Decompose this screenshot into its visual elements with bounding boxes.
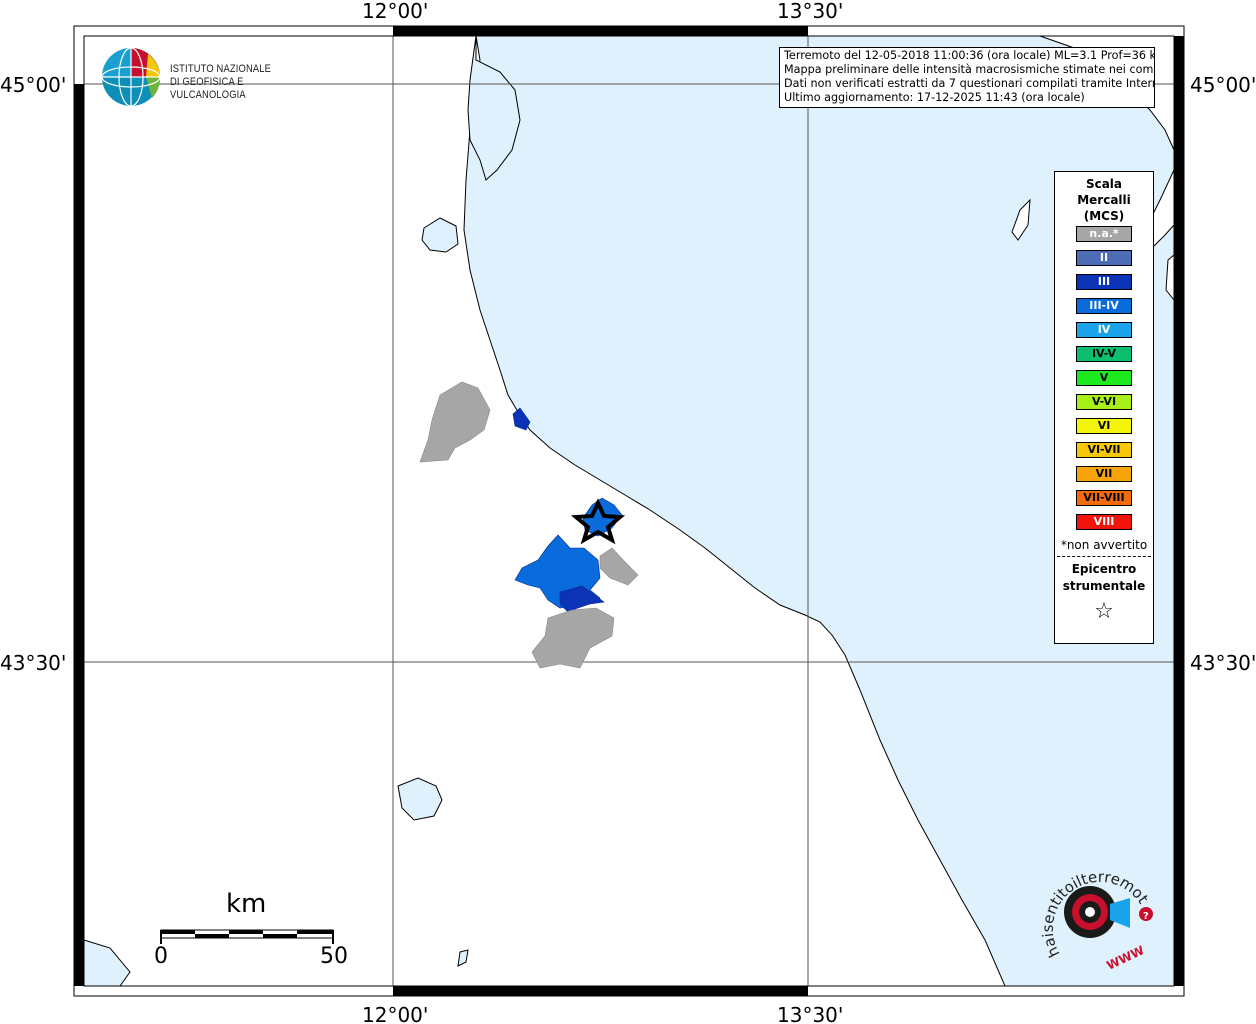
scalebar-title: km: [226, 889, 267, 919]
ingv-line1: ISTITUTO NAZIONALE: [170, 63, 272, 75]
legend-item-3: III-IV: [1076, 298, 1132, 314]
lat-label-left-1: 45°00': [0, 73, 66, 97]
legend-item-0: n.a.*: [1076, 226, 1132, 242]
lat-label-right-2: 43°30': [1190, 651, 1256, 675]
legend-item-11: VII-VIII: [1076, 490, 1132, 506]
legend-star-icon: ☆: [1094, 599, 1114, 624]
legend-separator: [1057, 556, 1151, 557]
lon-label-bottom-2: 13°30': [777, 1003, 843, 1024]
lat-label-left-2: 43°30': [0, 651, 66, 675]
lon-label-top-2: 13°30': [777, 0, 843, 23]
mcs-legend: Scala Mercalli (MCS) n.a.* II III III-IV IV I…: [1054, 171, 1154, 644]
legend-items: n.a.* II III III-IV IV IV-V V V-VI VI VI-VII VII VI…: [1055, 226, 1153, 530]
scalebar-start: 0: [154, 944, 168, 969]
lon-label-bottom-1: 12°00': [362, 1003, 428, 1024]
legend-item-9: VI-VII: [1076, 442, 1132, 458]
ingv-logo: ISTITUTO NAZIONALE DI GEOFISICA E VULCANO…: [100, 46, 340, 112]
info-line-2: Mappa preliminare delle intensità macros…: [784, 63, 1155, 76]
event-info-box: Terremoto del 12-05-2018 11:00:36 (ora l…: [779, 47, 1155, 108]
legend-epicenter-label: Epicentro strumentale: [1062, 562, 1146, 593]
info-line-3: Dati non verificati estratti da 7 questi…: [784, 77, 1155, 90]
info-line-1: Terremoto del 12-05-2018 11:00:36 (ora l…: [784, 49, 1155, 62]
haisentito-logo: haisentitoilterremoto.it ? WWW: [1028, 848, 1172, 977]
legend-item-4: IV: [1076, 322, 1132, 338]
legend-item-5: IV-V: [1076, 346, 1132, 362]
legend-item-8: VI: [1076, 418, 1132, 434]
haisentito-logo-graphic: haisentitoilterremoto.it ? WWW: [1028, 848, 1153, 973]
haisentito-www: WWW: [1104, 943, 1146, 972]
lat-label-right-1: 45°00': [1190, 73, 1256, 97]
legend-item-12: VIII: [1076, 514, 1132, 530]
legend-item-1: II: [1076, 250, 1132, 266]
legend-item-7: V-VI: [1076, 394, 1132, 410]
ingv-line2: DI GEOFISICA E VULCANOLOGIA: [170, 76, 246, 101]
legend-title: Scala Mercalli (MCS): [1077, 177, 1131, 223]
legend-note: *non avvertito: [1060, 538, 1148, 552]
info-line-4: Ultimo aggiornamento: 17-12-2025 11:43 (…: [784, 91, 1085, 104]
scalebar-end: 50: [320, 944, 348, 969]
legend-item-2: III: [1076, 274, 1132, 290]
legend-item-6: V: [1076, 370, 1132, 386]
lon-label-top-1: 12°00': [362, 0, 428, 23]
ingv-logo-text: ISTITUTO NAZIONALE DI GEOFISICA E VULCANO…: [170, 63, 315, 102]
help-icon: ?: [1143, 911, 1149, 922]
legend-item-10: VII: [1076, 466, 1132, 482]
globe-icon: [101, 47, 161, 107]
